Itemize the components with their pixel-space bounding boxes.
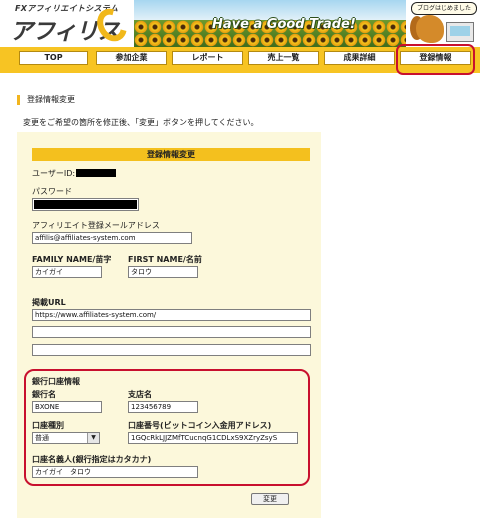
site-header: FXアフィリエイトシステム アフィリス Have a Good Trade! ブ… xyxy=(0,0,480,47)
first-name-field[interactable] xyxy=(128,266,198,278)
blog-badge-link[interactable]: ブログはじめました xyxy=(408,0,480,47)
first-name-label: FIRST NAME/名前 xyxy=(128,255,202,264)
form-header: 登録情報変更 xyxy=(32,148,310,161)
password-label: パスワード xyxy=(32,187,72,196)
nav-top[interactable]: TOP xyxy=(19,51,88,65)
url-label: 掲載URL xyxy=(32,298,66,307)
nav-sales-list[interactable]: 売上一覧 xyxy=(248,51,319,65)
user-id-label: ユーザーID: xyxy=(32,169,76,178)
nav-participating-companies[interactable]: 参加企業 xyxy=(96,51,167,65)
submit-button[interactable]: 変更 xyxy=(251,493,289,505)
user-id-redacted xyxy=(76,169,116,177)
email-field[interactable] xyxy=(32,232,192,244)
url-field-1[interactable] xyxy=(32,309,311,321)
family-name-field[interactable] xyxy=(32,266,102,278)
sunflower-banner: Have a Good Trade! xyxy=(134,0,406,47)
squirrel-mascot-icon xyxy=(416,15,444,43)
email-label: アフィリエイト登録メールアドレス xyxy=(32,221,160,230)
password-redacted xyxy=(34,200,137,209)
page-title: 登録情報変更 xyxy=(17,95,75,105)
nav-highlight-outline xyxy=(396,44,475,75)
computer-icon xyxy=(446,22,474,42)
nav-result-details[interactable]: 成果詳細 xyxy=(324,51,395,65)
url-field-3[interactable] xyxy=(32,344,311,356)
banner-slogan: Have a Good Trade! xyxy=(212,17,356,32)
password-field[interactable] xyxy=(32,198,139,211)
blog-badge-text: ブログはじめました xyxy=(411,2,477,15)
page-instructions: 変更をご希望の箇所を修正後、「変更」ボタンを押してください。 xyxy=(23,118,259,127)
nav-report[interactable]: レポート xyxy=(172,51,243,65)
url-field-2[interactable] xyxy=(32,326,311,338)
family-name-label: FAMILY NAME/苗字 xyxy=(32,255,112,264)
bank-section-highlight-outline xyxy=(24,369,310,486)
